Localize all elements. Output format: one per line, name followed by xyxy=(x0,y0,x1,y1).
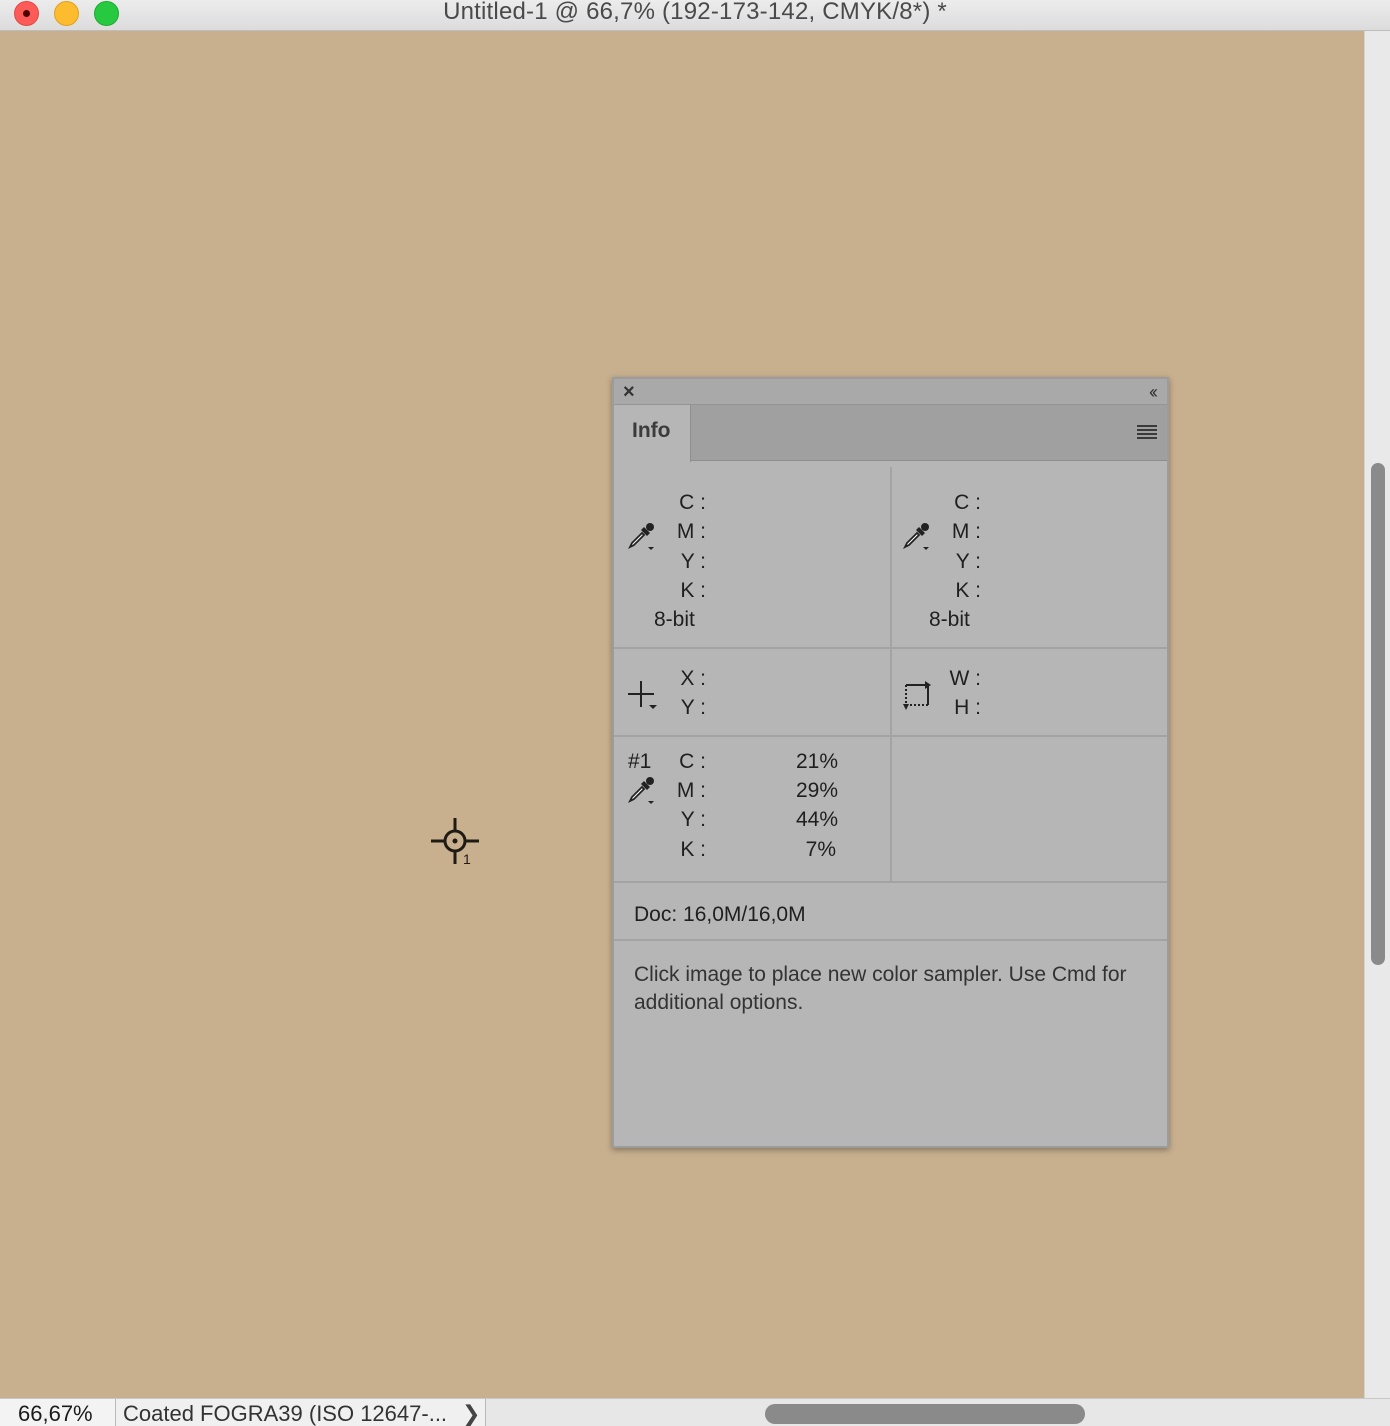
divider xyxy=(890,467,892,648)
sampler-c-value: 21% xyxy=(795,750,838,773)
panel-menu-icon[interactable] xyxy=(1137,425,1157,439)
window-title: Untitled-1 @ 66,7% (192-173-142, CMYK/8*… xyxy=(443,0,947,25)
sampler-number: 1 xyxy=(463,851,471,867)
panel-header[interactable]: × ‹‹ xyxy=(614,379,1167,405)
left-k-label: K : xyxy=(680,579,706,602)
divider xyxy=(614,939,1167,941)
selection-size-icon xyxy=(903,681,931,710)
y-label: Y : xyxy=(680,696,706,719)
horizontal-scrollbar-thumb[interactable] xyxy=(765,1404,1085,1424)
crosshair-icon[interactable] xyxy=(626,679,660,713)
right-m-label: M : xyxy=(951,520,981,543)
left-bit-depth[interactable]: 8-bit xyxy=(654,608,695,632)
tab-info[interactable]: Info xyxy=(614,405,691,462)
eyedropper-icon[interactable] xyxy=(626,773,658,805)
sampler-m-label: M : xyxy=(676,779,706,802)
sampler-m-value: 29% xyxy=(795,779,838,802)
panel-tab-strip: Info xyxy=(614,405,1167,462)
right-y-label: Y : xyxy=(955,550,981,573)
left-y-label: Y : xyxy=(680,550,706,573)
sampler-k-label: K : xyxy=(680,838,706,861)
panel-close-icon[interactable]: × xyxy=(623,381,635,403)
left-c-label: C : xyxy=(679,491,706,514)
title-bar: Untitled-1 @ 66,7% (192-173-142, CMYK/8*… xyxy=(0,0,1390,31)
sampler-c-label: C : xyxy=(679,750,706,773)
eyedropper-icon[interactable] xyxy=(901,519,933,551)
sampler-id-label: #1 xyxy=(628,750,652,773)
info-panel: × ‹‹ Info C : M : Y : K : 8-bit C : M: … xyxy=(612,377,1169,1148)
color-profile-field[interactable]: Coated FOGRA39 (ISO 12647-... xyxy=(116,1399,486,1426)
eyedropper-icon[interactable] xyxy=(626,519,658,551)
color-sampler-marker-icon[interactable]: 1 xyxy=(430,816,482,868)
tool-hint-text: Click image to place new color sampler. … xyxy=(634,963,1127,1014)
sampler-y-value: 44% xyxy=(795,808,838,831)
panel-collapse-icon[interactable]: ‹‹ xyxy=(1149,380,1158,404)
divider xyxy=(890,737,892,882)
right-c-label: C : xyxy=(954,491,981,514)
divider xyxy=(614,881,1167,883)
vertical-scrollbar-thumb[interactable] xyxy=(1371,463,1385,965)
h-label: H : xyxy=(954,696,981,719)
left-m-label: M : xyxy=(676,520,706,543)
right-k-label: K : xyxy=(955,579,981,602)
x-label: X : xyxy=(680,667,706,690)
status-bar: 66,67% Coated FOGRA39 (ISO 12647-... ❯ xyxy=(0,1398,1390,1426)
zoom-level-field[interactable]: 66,67% xyxy=(0,1399,116,1426)
w-label: W : xyxy=(949,667,982,690)
divider xyxy=(890,649,892,735)
sampler-k-value: 7% xyxy=(805,838,836,861)
sampler-y-label: Y : xyxy=(680,808,706,831)
vertical-scrollbar[interactable] xyxy=(1364,31,1390,1398)
right-bit-depth[interactable]: 8-bit xyxy=(929,608,970,632)
doc-size-readout: Doc: 16,0M/16,0M xyxy=(634,903,806,926)
status-menu-arrow-icon[interactable]: ❯ xyxy=(462,1399,480,1426)
